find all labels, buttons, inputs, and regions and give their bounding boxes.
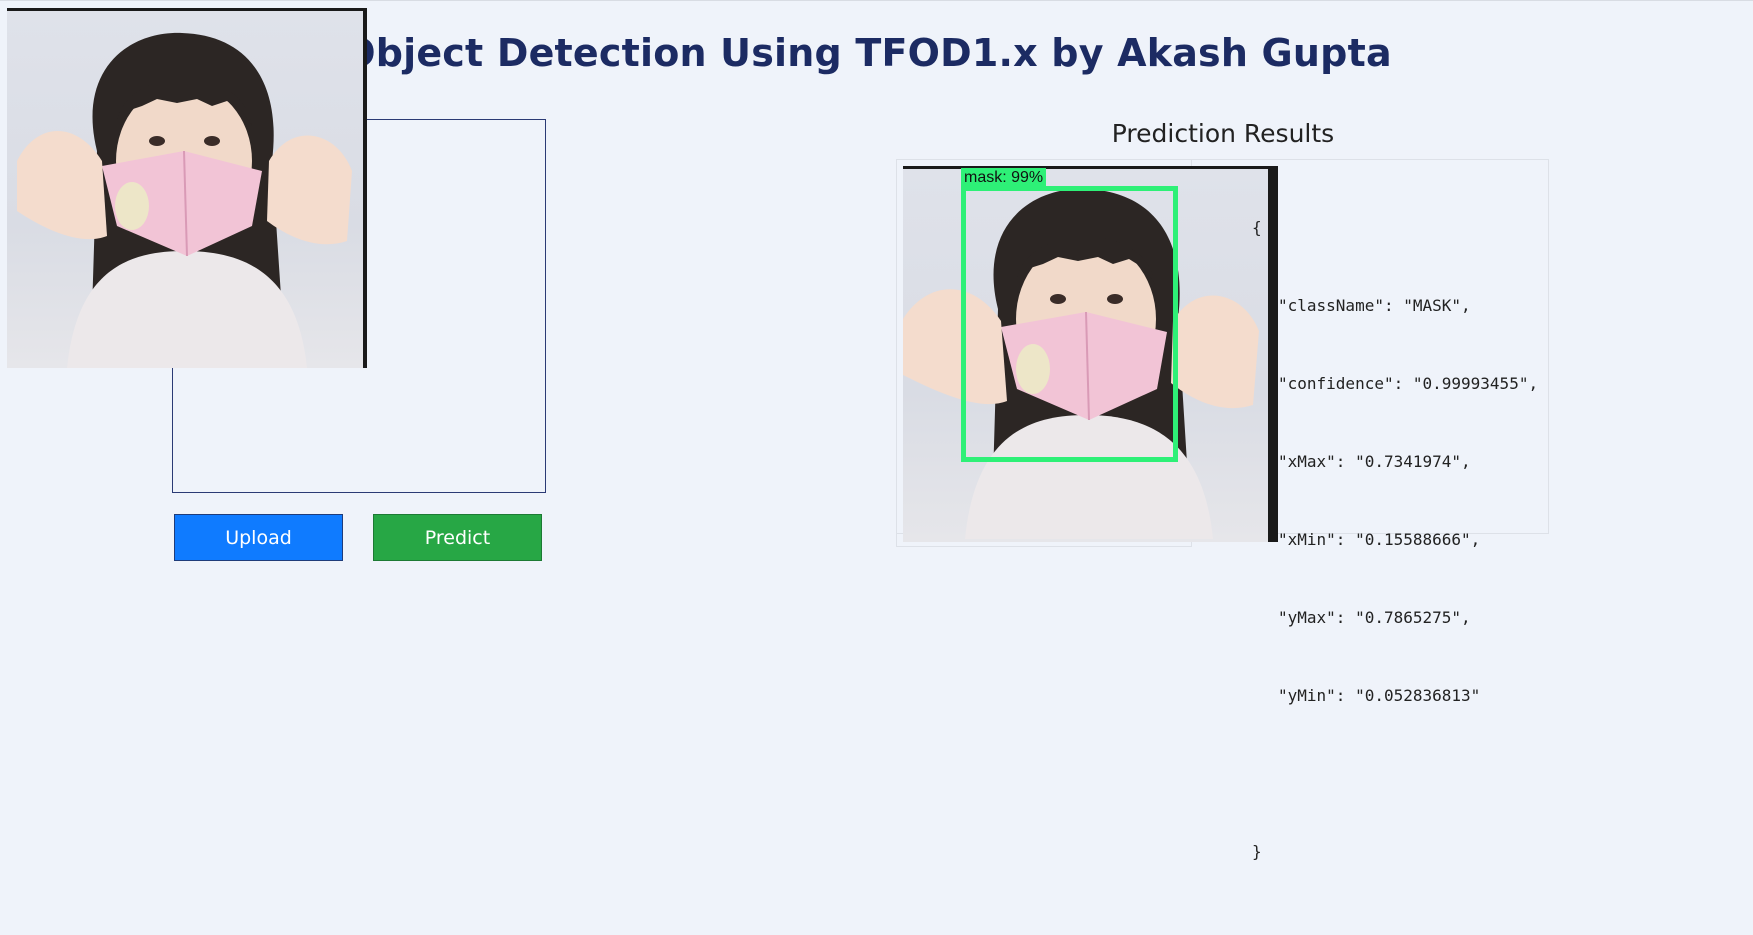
json-line: } bbox=[1252, 842, 1262, 861]
json-line: { bbox=[1252, 218, 1262, 237]
json-line: "xMin": "0.15588666", bbox=[1278, 530, 1481, 549]
detection-label: mask: 99% bbox=[961, 168, 1047, 188]
detection-bounding-box bbox=[961, 186, 1178, 462]
results-heading: Prediction Results bbox=[1111, 119, 1335, 148]
prediction-json: { "className": "MASK", "confidence": "0.… bbox=[1252, 163, 1538, 891]
json-line bbox=[1252, 761, 1538, 787]
uploaded-image bbox=[7, 8, 367, 368]
json-line: "yMin": "0.052836813" bbox=[1278, 686, 1481, 705]
predict-button[interactable]: Predict bbox=[373, 514, 542, 561]
upload-button[interactable]: Upload bbox=[174, 514, 343, 561]
json-line: "yMax": "0.7865275", bbox=[1278, 608, 1471, 627]
json-line: "xMax": "0.7341974", bbox=[1278, 452, 1471, 471]
json-line: "confidence": "0.99993455", bbox=[1278, 374, 1539, 393]
json-line: "className": "MASK", bbox=[1278, 296, 1471, 315]
